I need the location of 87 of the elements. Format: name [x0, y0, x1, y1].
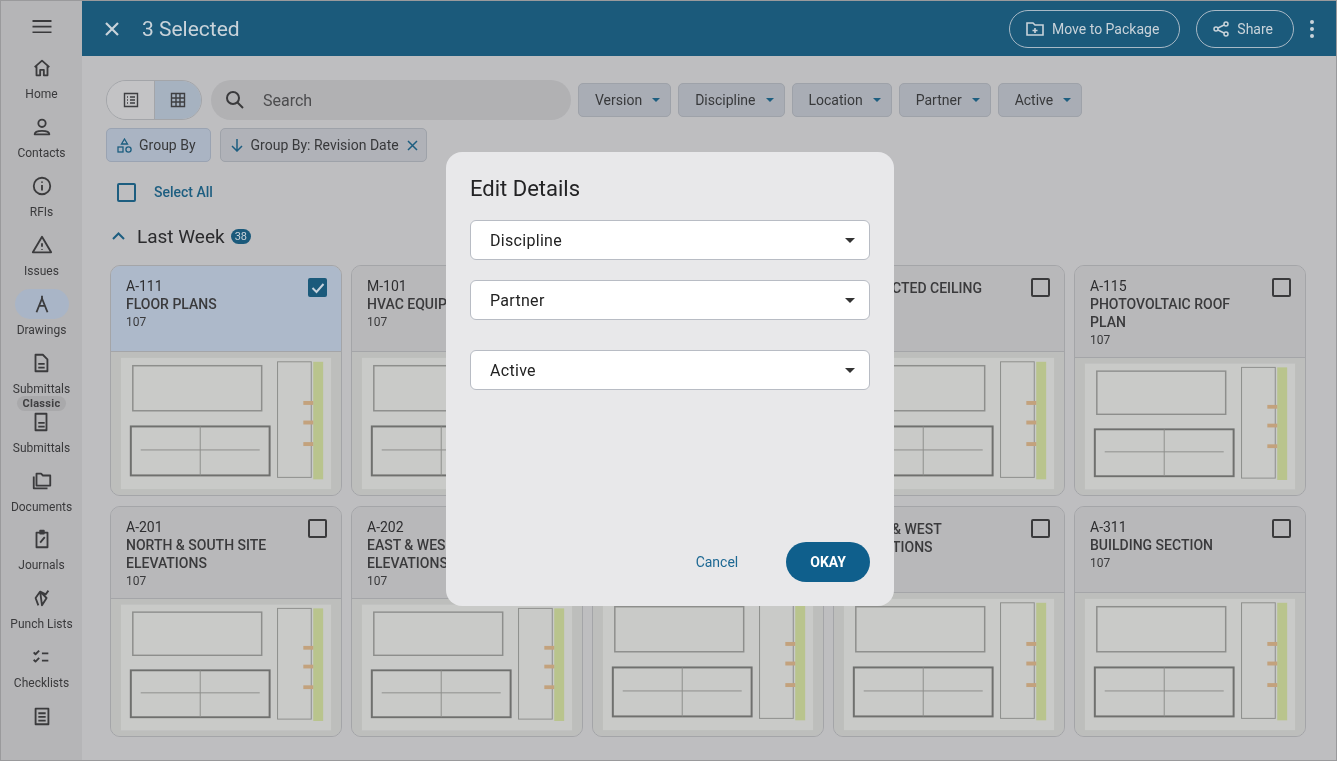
nav-label[interactable]: Journals	[18, 558, 65, 573]
sheet-title: NORTH & SOUTH SITE	[126, 537, 267, 553]
sheet-title: FLOOR PLANS	[126, 296, 217, 312]
card-checkbox[interactable]	[1031, 519, 1050, 538]
nav-label[interactable]: Submittals	[12, 381, 71, 396]
nav-label[interactable]: Punch Lists	[10, 617, 73, 632]
grid-icon	[170, 92, 186, 108]
nav-label[interactable]: Submittals	[12, 440, 71, 455]
card-checkbox[interactable]	[308, 278, 327, 297]
revision-number: 107	[126, 574, 148, 588]
caret-icon	[845, 237, 855, 243]
select-field[interactable]: Partner	[470, 280, 870, 320]
arrow-down-icon	[230, 138, 243, 152]
drawing-card[interactable]: A-111 FLOOR PLANS 107	[110, 265, 342, 496]
revision-number: 107	[1090, 556, 1112, 570]
list-view-button[interactable]	[107, 81, 154, 119]
sheet-title: TIONS	[892, 539, 934, 555]
sheet-number: A-201	[126, 519, 164, 535]
nav-label[interactable]: Home	[25, 87, 58, 102]
caret-icon	[971, 98, 980, 102]
menu-icon[interactable]	[31, 20, 52, 34]
nav-label[interactable]: Drawings	[16, 322, 67, 337]
cancel-button[interactable]: Cancel	[689, 553, 745, 571]
sheet-title: HVAC EQUIP	[367, 296, 447, 312]
more-icon[interactable]	[1310, 19, 1314, 38]
caret-icon	[845, 367, 855, 373]
search-field[interactable]: Search	[211, 80, 571, 120]
drawing-card[interactable]: A-201 NORTH & SOUTH SITE ELEVATIONS 107	[110, 506, 342, 737]
dialog-title: Edit Details	[470, 176, 582, 201]
filter-dropdown[interactable]: Active	[997, 83, 1083, 117]
filter-dropdown[interactable]: Location	[791, 83, 892, 117]
sheet-title: PLAN	[1090, 314, 1127, 330]
sheet-title: EAST & WES	[367, 537, 447, 553]
caret-icon	[845, 297, 855, 303]
sheet-number: A-311	[1090, 519, 1128, 535]
close-icon[interactable]	[406, 139, 418, 151]
drawing-card[interactable]: A-115 PHOTOVOLTAIC ROOF PLAN 107	[1074, 265, 1306, 496]
select-all-checkbox[interactable]	[117, 182, 136, 202]
classic-badge: Classic	[17, 395, 66, 411]
filter-dropdown[interactable]: Discipline	[678, 83, 785, 117]
group-title: Last Week	[137, 224, 225, 248]
sheet-title: ELEVATIONS	[126, 555, 208, 571]
caret-icon	[1063, 98, 1072, 102]
select-field[interactable]: Discipline	[470, 220, 870, 260]
okay-button[interactable]: OKAY	[786, 542, 870, 582]
group-by-button[interactable]: Group By	[106, 128, 211, 162]
grid-view-button[interactable]	[154, 81, 201, 119]
group-by-chip[interactable]: Group By: Revision Date	[219, 128, 427, 162]
sheet-title: BUILDING SECTION	[1090, 537, 1213, 553]
caret-icon	[765, 98, 774, 102]
select-field[interactable]: Active	[470, 350, 870, 390]
caret-icon	[872, 98, 881, 102]
sheet-number: A-202	[367, 519, 405, 535]
chevron-icon[interactable]	[112, 232, 125, 240]
count-badge: 38	[230, 228, 252, 244]
nav-label[interactable]: Checklists	[13, 676, 70, 691]
sheet-number: M-101	[367, 278, 408, 294]
caret-icon	[652, 98, 661, 102]
card-checkbox[interactable]	[308, 519, 327, 538]
revision-number: 107	[1090, 333, 1112, 347]
nav-label[interactable]: RFIs	[29, 205, 54, 220]
sheet-title: ELEVATIONS	[367, 555, 448, 571]
filter-dropdown[interactable]: Partner	[898, 83, 991, 117]
sheet-title: PHOTOVOLTAIC ROOF	[1090, 296, 1231, 312]
card-checkbox[interactable]	[1031, 278, 1050, 297]
folder-icon	[1026, 20, 1044, 37]
drawing-card[interactable]: A-311 BUILDING SECTION 107	[1074, 506, 1306, 737]
revision-number: 107	[126, 315, 148, 329]
revision-number: 107	[367, 315, 389, 329]
filter-dropdown[interactable]: Version	[578, 83, 672, 117]
nav-label[interactable]: Contacts	[17, 146, 66, 161]
sheet-number: A-115	[1090, 278, 1128, 294]
nav-label[interactable]: Issues	[24, 263, 59, 278]
selection-count: 3 Selected	[142, 16, 240, 41]
shapes-icon	[117, 137, 132, 153]
warning-icon	[30, 233, 53, 256]
sheet-number: A-111	[126, 278, 164, 294]
card-checkbox[interactable]	[1272, 278, 1291, 297]
list-icon	[122, 92, 139, 108]
search-icon	[225, 90, 245, 110]
revision-number: 107	[367, 574, 389, 588]
nav-item-highlight[interactable]	[14, 288, 69, 319]
nav-label[interactable]: Documents	[10, 499, 73, 514]
select-all-link[interactable]: Select All	[154, 184, 213, 200]
share-icon	[1213, 20, 1230, 37]
card-checkbox[interactable]	[1272, 519, 1291, 538]
info-icon	[30, 175, 53, 198]
